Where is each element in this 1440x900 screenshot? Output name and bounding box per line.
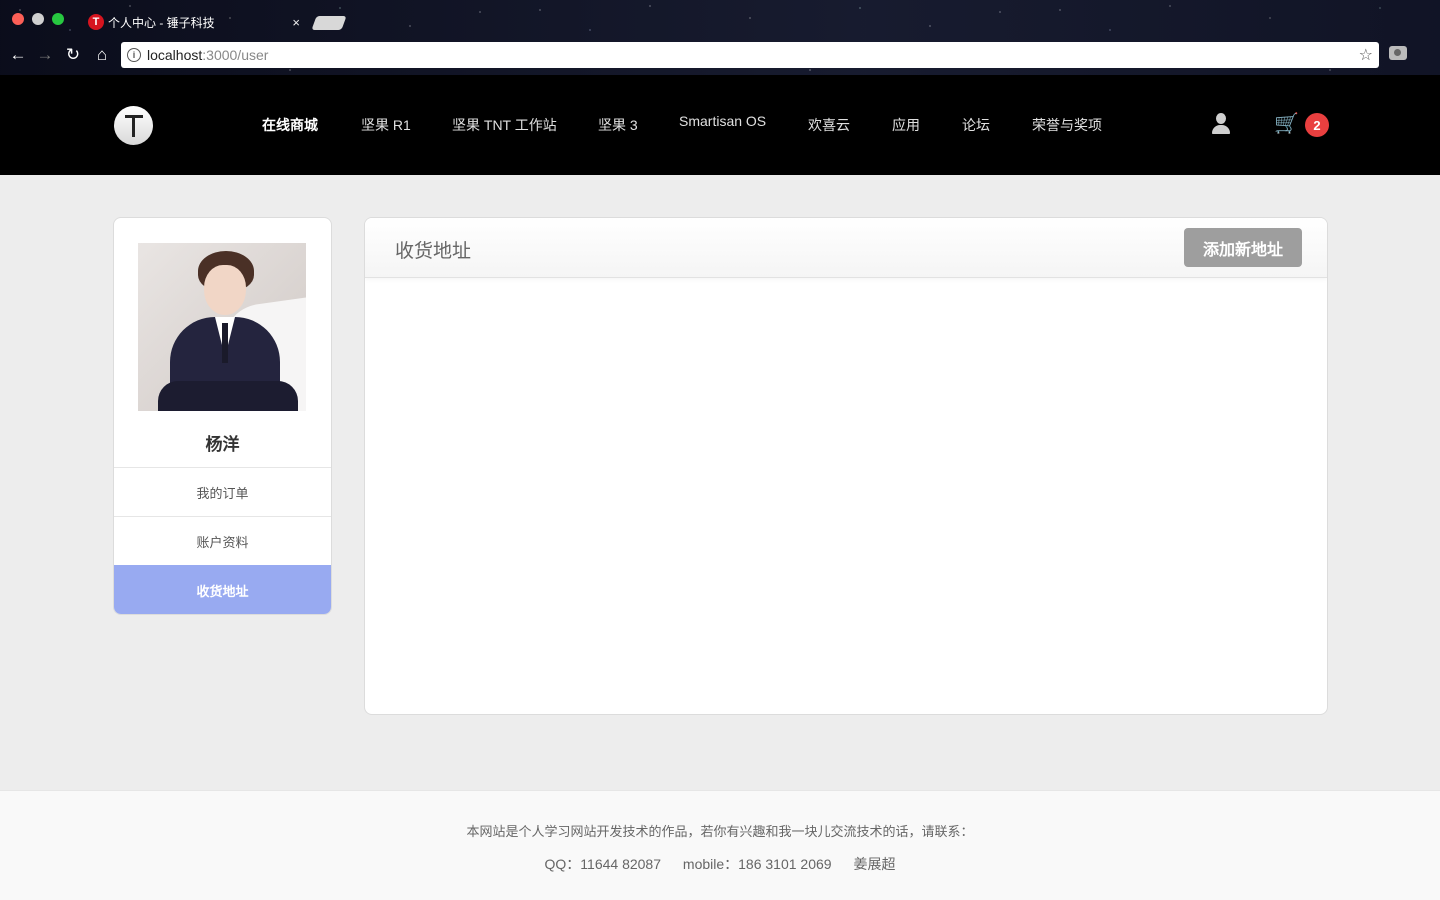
cart-icon[interactable]: 🛒: [1274, 113, 1302, 135]
avatar: [138, 243, 306, 411]
footer-contact: QQ：11644 82087 mobile：186 3101 2069 姜展超: [0, 854, 1440, 874]
logo-t-icon: [123, 113, 145, 139]
sidebar-item-addresses[interactable]: 收货地址: [114, 565, 331, 614]
cart-count-badge[interactable]: 2: [1305, 113, 1329, 137]
address-panel: 收货地址 添加新地址: [364, 217, 1328, 715]
panel-header: 收货地址 添加新地址: [365, 218, 1327, 278]
smartisan-logo[interactable]: [114, 106, 153, 145]
username: 杨洋: [205, 435, 240, 454]
footer-notice: 本网站是个人学习网站开发技术的作品，若你有兴趣和我一块儿交流技术的话，请联系：: [466, 824, 974, 839]
url-host: localhost: [147, 47, 203, 63]
nav-item-apps[interactable]: 应用: [892, 115, 920, 135]
browser-chrome: T 个人中心 - 锤子科技 × ← → ↻ ⌂ i localhost:3000…: [0, 0, 1440, 75]
back-arrow-icon[interactable]: ←: [7, 44, 29, 66]
nav-item-cloud[interactable]: 欢喜云: [808, 115, 850, 135]
nav-item-forum[interactable]: 论坛: [962, 115, 990, 135]
nav-item-honors[interactable]: 荣誉与奖项: [1032, 115, 1102, 135]
nav-item-smartisan-os[interactable]: Smartisan OS: [679, 113, 766, 129]
tab-title: 个人中心 - 锤子科技: [108, 15, 215, 30]
nav-item-r1[interactable]: 坚果 R1: [361, 115, 411, 135]
site-header: 在线商城 坚果 R1 坚果 TNT 工作站 坚果 3 Smartisan OS …: [0, 75, 1440, 175]
site-info-icon[interactable]: i: [127, 48, 141, 62]
sidebar-item-account[interactable]: 账户资料: [114, 516, 331, 565]
add-address-button[interactable]: 添加新地址: [1184, 228, 1302, 267]
home-icon[interactable]: ⌂: [91, 44, 113, 66]
browser-tab[interactable]: T 个人中心 - 锤子科技 ×: [78, 8, 306, 36]
page-title: 收货地址: [395, 241, 472, 262]
address-bar[interactable]: i localhost:3000/user ☆: [121, 42, 1379, 68]
url-path: :3000/user: [202, 47, 269, 63]
camera-extension-icon[interactable]: [1389, 46, 1407, 60]
url-text: localhost:3000/user: [147, 47, 268, 63]
tab-close-icon[interactable]: ×: [292, 15, 300, 30]
bookmark-star-icon[interactable]: ☆: [1359, 45, 1373, 65]
window-minimize-button[interactable]: [32, 13, 44, 25]
sidebar-menu: 我的订单 账户资料 收货地址: [114, 467, 331, 614]
window-maximize-button[interactable]: [52, 13, 64, 25]
footer-mobile: mobile：186 3101 2069: [682, 856, 832, 872]
user-sidebar: 杨洋 我的订单 账户资料 收货地址: [113, 217, 332, 615]
new-tab-button[interactable]: [311, 16, 347, 30]
footer-qq: QQ：11644 82087: [544, 856, 662, 872]
nav-item-online-store[interactable]: 在线商城: [262, 115, 318, 135]
user-icon[interactable]: [1211, 113, 1231, 135]
sidebar-item-orders[interactable]: 我的订单: [114, 467, 331, 516]
nav-item-tnt[interactable]: 坚果 TNT 工作站: [452, 115, 557, 135]
footer: 本网站是个人学习网站开发技术的作品，若你有兴趣和我一块儿交流技术的话，请联系： …: [0, 790, 1440, 900]
nav-item-nut3[interactable]: 坚果 3: [598, 115, 638, 135]
tab-favicon-icon: T: [88, 14, 104, 30]
forward-arrow-icon[interactable]: →: [34, 44, 56, 66]
footer-name: 姜展超: [853, 856, 896, 872]
window-close-button[interactable]: [12, 13, 24, 25]
reload-icon[interactable]: ↻: [62, 44, 84, 66]
